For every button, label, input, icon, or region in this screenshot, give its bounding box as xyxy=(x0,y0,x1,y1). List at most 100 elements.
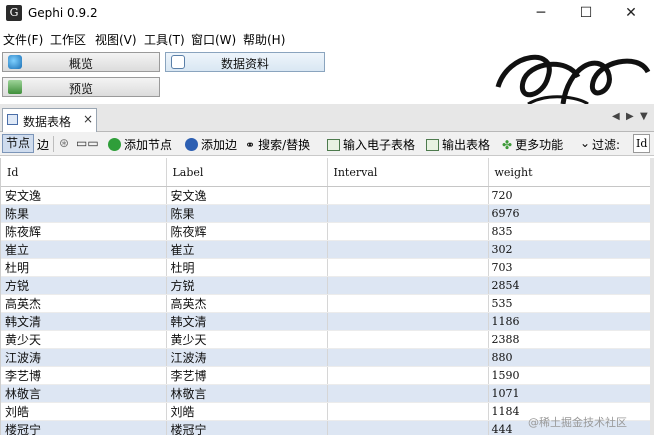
cell-label[interactable]: 江波涛 xyxy=(166,348,328,367)
cell-weight[interactable]: 1186 xyxy=(488,312,651,331)
menu-window[interactable]: 窗口(W) xyxy=(191,31,236,48)
cell-weight[interactable]: 703 xyxy=(488,258,651,277)
add-edge-button[interactable]: 添加边 xyxy=(185,136,237,153)
cell-label[interactable]: 刘皓 xyxy=(166,402,328,421)
table-row[interactable]: 韩文清 韩文清 1186 xyxy=(1,312,651,331)
cell-interval[interactable] xyxy=(327,240,489,259)
cell-id[interactable]: 高英杰 xyxy=(1,294,167,313)
cell-id[interactable]: 林敬言 xyxy=(1,384,167,403)
cell-label[interactable]: 楼冠宁 xyxy=(166,420,328,435)
cell-label[interactable]: 林敬言 xyxy=(166,384,328,403)
cell-interval[interactable] xyxy=(327,204,489,223)
cell-weight[interactable]: 2854 xyxy=(488,276,651,295)
menu-tools[interactable]: 工具(T) xyxy=(144,31,185,48)
cell-interval[interactable] xyxy=(327,312,489,331)
table-row[interactable]: 黄少天 黄少天 2388 xyxy=(1,330,651,349)
filter-dropdown-icon[interactable]: ⌄ xyxy=(580,136,590,150)
cell-weight[interactable]: 535 xyxy=(488,294,651,313)
table-row[interactable]: 方锐 方锐 2854 xyxy=(1,276,651,295)
import-spreadsheet-button[interactable]: 输入电子表格 xyxy=(327,136,415,153)
columns-icon[interactable]: ▭▭ xyxy=(76,136,99,150)
cell-id[interactable]: 楼冠宁 xyxy=(1,420,167,435)
table-row[interactable]: 陈夜辉 陈夜辉 835 xyxy=(1,222,651,241)
preview-button[interactable]: 预览 xyxy=(2,77,160,97)
cell-interval[interactable] xyxy=(327,258,489,277)
data-lab-button[interactable]: 数据资料 xyxy=(165,52,325,72)
cell-interval[interactable] xyxy=(327,402,489,421)
table-row[interactable]: 林敬言 林敬言 1071 xyxy=(1,384,651,403)
edges-toggle[interactable]: 边 xyxy=(37,136,49,153)
cell-id[interactable]: 黄少天 xyxy=(1,330,167,349)
cell-label[interactable]: 崔立 xyxy=(166,240,328,259)
table-row[interactable]: 陈果 陈果 6976 xyxy=(1,204,651,223)
cell-id[interactable]: 江波涛 xyxy=(1,348,167,367)
scroll-left-icon[interactable]: ◀ xyxy=(612,111,620,122)
table-row[interactable]: 江波涛 江波涛 880 xyxy=(1,348,651,367)
cell-interval[interactable] xyxy=(327,420,489,435)
menu-help[interactable]: 帮助(H) xyxy=(243,31,285,48)
maximize-button[interactable]: ☐ xyxy=(563,0,609,28)
settings-icon[interactable]: ⊛ xyxy=(59,136,69,150)
cell-id[interactable]: 刘皓 xyxy=(1,402,167,421)
cell-weight[interactable]: 720 xyxy=(488,186,651,205)
filter-column-select[interactable]: Id xyxy=(633,134,651,153)
cell-weight[interactable]: 6976 xyxy=(488,204,651,223)
cell-label[interactable]: 黄少天 xyxy=(166,330,328,349)
menu-view[interactable]: 视图(V) xyxy=(95,31,137,48)
cell-label[interactable]: 方锐 xyxy=(166,276,328,295)
table-row[interactable]: 安文逸 安文逸 720 xyxy=(1,186,651,205)
column-header-interval[interactable]: Interval xyxy=(327,158,489,187)
cell-label[interactable]: 李艺博 xyxy=(166,366,328,385)
cell-interval[interactable] xyxy=(327,222,489,241)
cell-interval[interactable] xyxy=(327,330,489,349)
cell-interval[interactable] xyxy=(327,384,489,403)
cell-label[interactable]: 陈夜辉 xyxy=(166,222,328,241)
tab-data-table[interactable]: 数据表格 × xyxy=(2,108,97,132)
add-node-button[interactable]: 添加节点 xyxy=(108,136,172,153)
menu-workspace[interactable]: 工作区 xyxy=(50,31,86,48)
cell-weight[interactable]: 1590 xyxy=(488,366,651,385)
column-header-weight[interactable]: weight xyxy=(488,158,651,187)
cell-id[interactable]: 崔立 xyxy=(1,240,167,259)
search-replace-button[interactable]: ⚭ 搜索/替换 xyxy=(245,136,310,153)
cell-weight[interactable]: 2388 xyxy=(488,330,651,349)
cell-id[interactable]: 杜明 xyxy=(1,258,167,277)
close-button[interactable]: ✕ xyxy=(608,0,654,28)
column-header-id[interactable]: Id xyxy=(1,158,167,187)
cell-interval[interactable] xyxy=(327,366,489,385)
table-row[interactable]: 高英杰 高英杰 535 xyxy=(1,294,651,313)
dropdown-icon[interactable]: ▼ xyxy=(640,111,648,122)
cell-id[interactable]: 李艺博 xyxy=(1,366,167,385)
table-row[interactable]: 李艺博 李艺博 1590 xyxy=(1,366,651,385)
cell-label[interactable]: 韩文清 xyxy=(166,312,328,331)
overview-button[interactable]: 概览 xyxy=(2,52,160,72)
table-row[interactable]: 杜明 杜明 703 xyxy=(1,258,651,277)
cell-id[interactable]: 陈夜辉 xyxy=(1,222,167,241)
cell-label[interactable]: 陈果 xyxy=(166,204,328,223)
cell-label[interactable]: 高英杰 xyxy=(166,294,328,313)
cell-weight[interactable]: 302 xyxy=(488,240,651,259)
table-row[interactable]: 崔立 崔立 302 xyxy=(1,240,651,259)
menu-file[interactable]: 文件(F) xyxy=(3,31,43,48)
cell-interval[interactable] xyxy=(327,276,489,295)
cell-weight[interactable]: 880 xyxy=(488,348,651,367)
cell-id[interactable]: 方锐 xyxy=(1,276,167,295)
column-header-label[interactable]: Label xyxy=(166,158,328,187)
cell-interval[interactable] xyxy=(327,294,489,313)
export-table-button[interactable]: 输出表格 xyxy=(426,136,490,153)
more-actions-button[interactable]: ✤ 更多功能 xyxy=(502,136,563,153)
cell-label[interactable]: 安文逸 xyxy=(166,186,328,205)
cell-weight[interactable]: 835 xyxy=(488,222,651,241)
cell-weight[interactable]: 1071 xyxy=(488,384,651,403)
cell-interval[interactable] xyxy=(327,186,489,205)
cell-interval[interactable] xyxy=(327,348,489,367)
minimize-button[interactable]: ─ xyxy=(518,0,564,28)
cell-id[interactable]: 韩文清 xyxy=(1,312,167,331)
cell-id[interactable]: 安文逸 xyxy=(1,186,167,205)
cell-label[interactable]: 杜明 xyxy=(166,258,328,277)
tab-close-icon[interactable]: × xyxy=(83,112,93,126)
cell-id[interactable]: 陈果 xyxy=(1,204,167,223)
vertical-scrollbar[interactable] xyxy=(650,158,654,435)
scroll-right-icon[interactable]: ▶ xyxy=(626,111,634,122)
nodes-toggle[interactable]: 节点 xyxy=(2,134,34,153)
